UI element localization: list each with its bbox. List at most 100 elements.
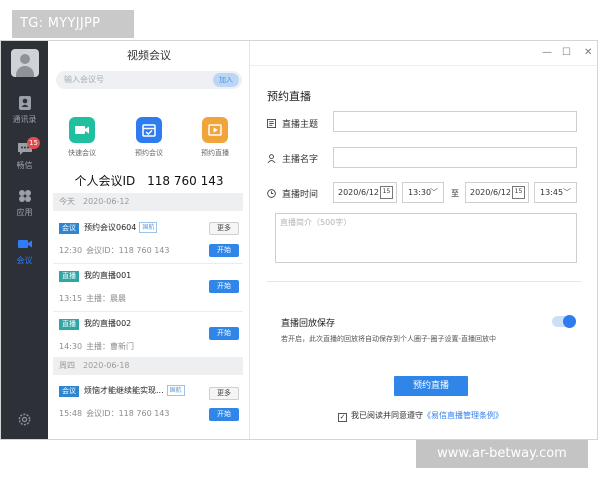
- item-title-text: 烦恼才能继续能实现...: [84, 386, 164, 395]
- date-header-date: 2020-06-18: [83, 361, 130, 370]
- more-button[interactable]: 更多: [209, 387, 239, 400]
- list-divider: [53, 263, 243, 264]
- replay-save-label: 直播回放保存: [281, 319, 336, 329]
- item-subtitle: 12:30 会议ID：118 760 143: [59, 245, 169, 256]
- calendar-icon[interactable]: 15: [512, 186, 525, 199]
- form-title: 预约直播: [267, 90, 311, 103]
- meeting-id-value: 118 760 143: [147, 174, 224, 188]
- type-tag: 会议: [59, 386, 79, 397]
- chevron-down-icon: ﹀: [430, 188, 438, 197]
- end-date-picker[interactable]: 2020/6/12 15: [465, 182, 529, 203]
- terms-link[interactable]: 《易信直播管理条例》: [423, 411, 503, 420]
- type-tag: 直播: [59, 319, 79, 330]
- item-time: 13:15: [59, 294, 83, 303]
- schedule-meeting-button[interactable]: 预约会议: [122, 117, 176, 158]
- replay-save-toggle[interactable]: [552, 315, 576, 328]
- video-camera-icon: [17, 240, 32, 248]
- topic-input[interactable]: [333, 111, 577, 132]
- meeting-number-search[interactable]: 输入会议号 加入: [56, 71, 242, 89]
- item-title-text: 预约会议0604: [84, 223, 137, 232]
- personal-meeting-id: 个人会议ID 118 760 143: [48, 172, 250, 189]
- agree-text: 我已阅读并同意遵守: [351, 411, 423, 420]
- chevron-down-icon: ﹀: [563, 188, 571, 197]
- date-header: 今天 2020-06-12: [53, 193, 243, 211]
- item-subtitle: 15:48 会议ID：118 760 143: [59, 408, 169, 419]
- type-tag: 直播: [59, 271, 79, 282]
- rail-item-meeting[interactable]: 会议: [1, 236, 48, 266]
- end-date-value: 2020/6/12: [470, 188, 512, 197]
- item-detail: 会议ID：118 760 143: [86, 246, 170, 255]
- host-name-input[interactable]: [333, 147, 577, 168]
- item-detail: 会议ID：118 760 143: [86, 409, 170, 418]
- item-title: 我的直播001: [84, 271, 132, 280]
- end-time-select[interactable]: 13:45 ﹀: [534, 182, 577, 203]
- rail-item-apps[interactable]: 应用: [1, 188, 48, 218]
- minimize-button[interactable]: —: [542, 47, 552, 58]
- quick-meeting-button[interactable]: 快速会议: [55, 117, 109, 158]
- rail-item-label: 应用: [16, 208, 33, 217]
- close-button[interactable]: ✕: [584, 47, 592, 58]
- video-camera-icon: [69, 117, 95, 143]
- date-header-day: 今天: [59, 197, 75, 206]
- header-divider: [250, 65, 597, 66]
- rail-item-label: 畅信: [16, 161, 33, 170]
- start-button[interactable]: 开始: [209, 327, 239, 340]
- agreement-row[interactable]: ✓ 我已阅读并同意遵守《易信直播管理条例》: [338, 410, 503, 422]
- more-button[interactable]: 更多: [209, 222, 239, 235]
- panel-title: 视频会议: [127, 49, 171, 62]
- list-divider: [53, 311, 243, 312]
- quick-action-label: 预约会议: [135, 149, 163, 157]
- rail-item-label: 会议: [16, 256, 33, 265]
- gear-icon[interactable]: [17, 412, 32, 427]
- item-subtitle: 14:30 主播：曹新门: [59, 341, 134, 352]
- intro-placeholder: 直播简介（500字）: [280, 218, 352, 227]
- list-item[interactable]: 直播 我的直播002 14:30 主播：曹新门 开始: [53, 313, 243, 359]
- user-icon: [267, 154, 276, 163]
- list-item[interactable]: 直播 我的直播001 13:15 主播：晨晨 开始: [53, 265, 243, 311]
- start-date-picker[interactable]: 2020/6/12 15: [333, 182, 397, 203]
- item-title: 烦恼才能继续能实现... 国航: [84, 385, 185, 396]
- maximize-button[interactable]: ☐: [562, 47, 571, 58]
- start-time-value: 13:30: [408, 188, 432, 197]
- item-subtitle: 13:15 主播：晨晨: [59, 293, 126, 304]
- meeting-list-panel: 视频会议 输入会议号 加入 快速会议 预约会议 预约直播 个人会议ID 118 …: [48, 41, 250, 439]
- time-field-label: 直播时间: [267, 187, 318, 200]
- item-title: 预约会议0604 国航: [84, 222, 158, 233]
- start-time-select[interactable]: 13:30 ﹀: [402, 182, 444, 203]
- start-date-value: 2020/6/12: [338, 188, 380, 197]
- replay-save-description: 若开启，此次直播的回放将自动保存到个人圈子-圈子设置-直播回放中: [281, 335, 497, 343]
- host-field-label: 主播名字: [267, 152, 318, 165]
- schedule-live-submit-button[interactable]: 预约直播: [394, 376, 468, 396]
- quick-action-label: 预约直播: [201, 149, 229, 157]
- rail-item-contacts[interactable]: 通讯录: [1, 95, 48, 125]
- watermark-top: TG: MYYJJPP: [12, 10, 134, 38]
- item-title: 我的直播002: [84, 319, 132, 328]
- calendar-icon[interactable]: 15: [380, 186, 393, 199]
- quick-action-label: 快速会议: [68, 149, 96, 157]
- app-window: 通讯录 15 畅信 应用 会议 视频会议 输入会议号 加入 快速会议 预约会议 …: [0, 40, 598, 440]
- date-header-day: 周四: [59, 361, 75, 370]
- item-detail: 主播：曹新门: [86, 342, 135, 351]
- list-item[interactable]: 会议 烦恼才能继续能实现... 国航 15:48 会议ID：118 760 143 …: [53, 380, 243, 426]
- search-placeholder: 输入会议号: [64, 75, 104, 84]
- avatar[interactable]: [11, 49, 39, 77]
- schedule-live-button[interactable]: 预约直播: [188, 117, 242, 158]
- start-button[interactable]: 开始: [209, 408, 239, 421]
- start-button[interactable]: 开始: [209, 280, 239, 293]
- rail-item-chat[interactable]: 15 畅信: [1, 137, 48, 171]
- unread-badge: 15: [27, 137, 40, 149]
- item-detail: 主播：晨晨: [86, 294, 127, 303]
- start-button[interactable]: 开始: [209, 244, 239, 257]
- org-mark: 国航: [139, 222, 158, 233]
- list-item[interactable]: 会议 预约会议0604 国航 12:30 会议ID：118 760 143 更多 开…: [53, 217, 243, 263]
- apps-icon: [18, 190, 31, 202]
- date-header: 周四 2020-06-18: [53, 357, 243, 375]
- type-tag: 会议: [59, 223, 79, 234]
- org-mark: 国航: [166, 385, 185, 396]
- agree-checkbox[interactable]: ✓: [338, 413, 347, 422]
- join-button[interactable]: 加入: [213, 73, 239, 87]
- schedule-live-form: — ☐ ✕ 预约直播 直播主题 主播名字 直播时间 2020/6/12 15 1…: [250, 41, 597, 439]
- calendar-icon: [136, 117, 162, 143]
- live-intro-textarea[interactable]: 直播简介（500字）: [275, 213, 577, 263]
- section-divider: [267, 281, 582, 282]
